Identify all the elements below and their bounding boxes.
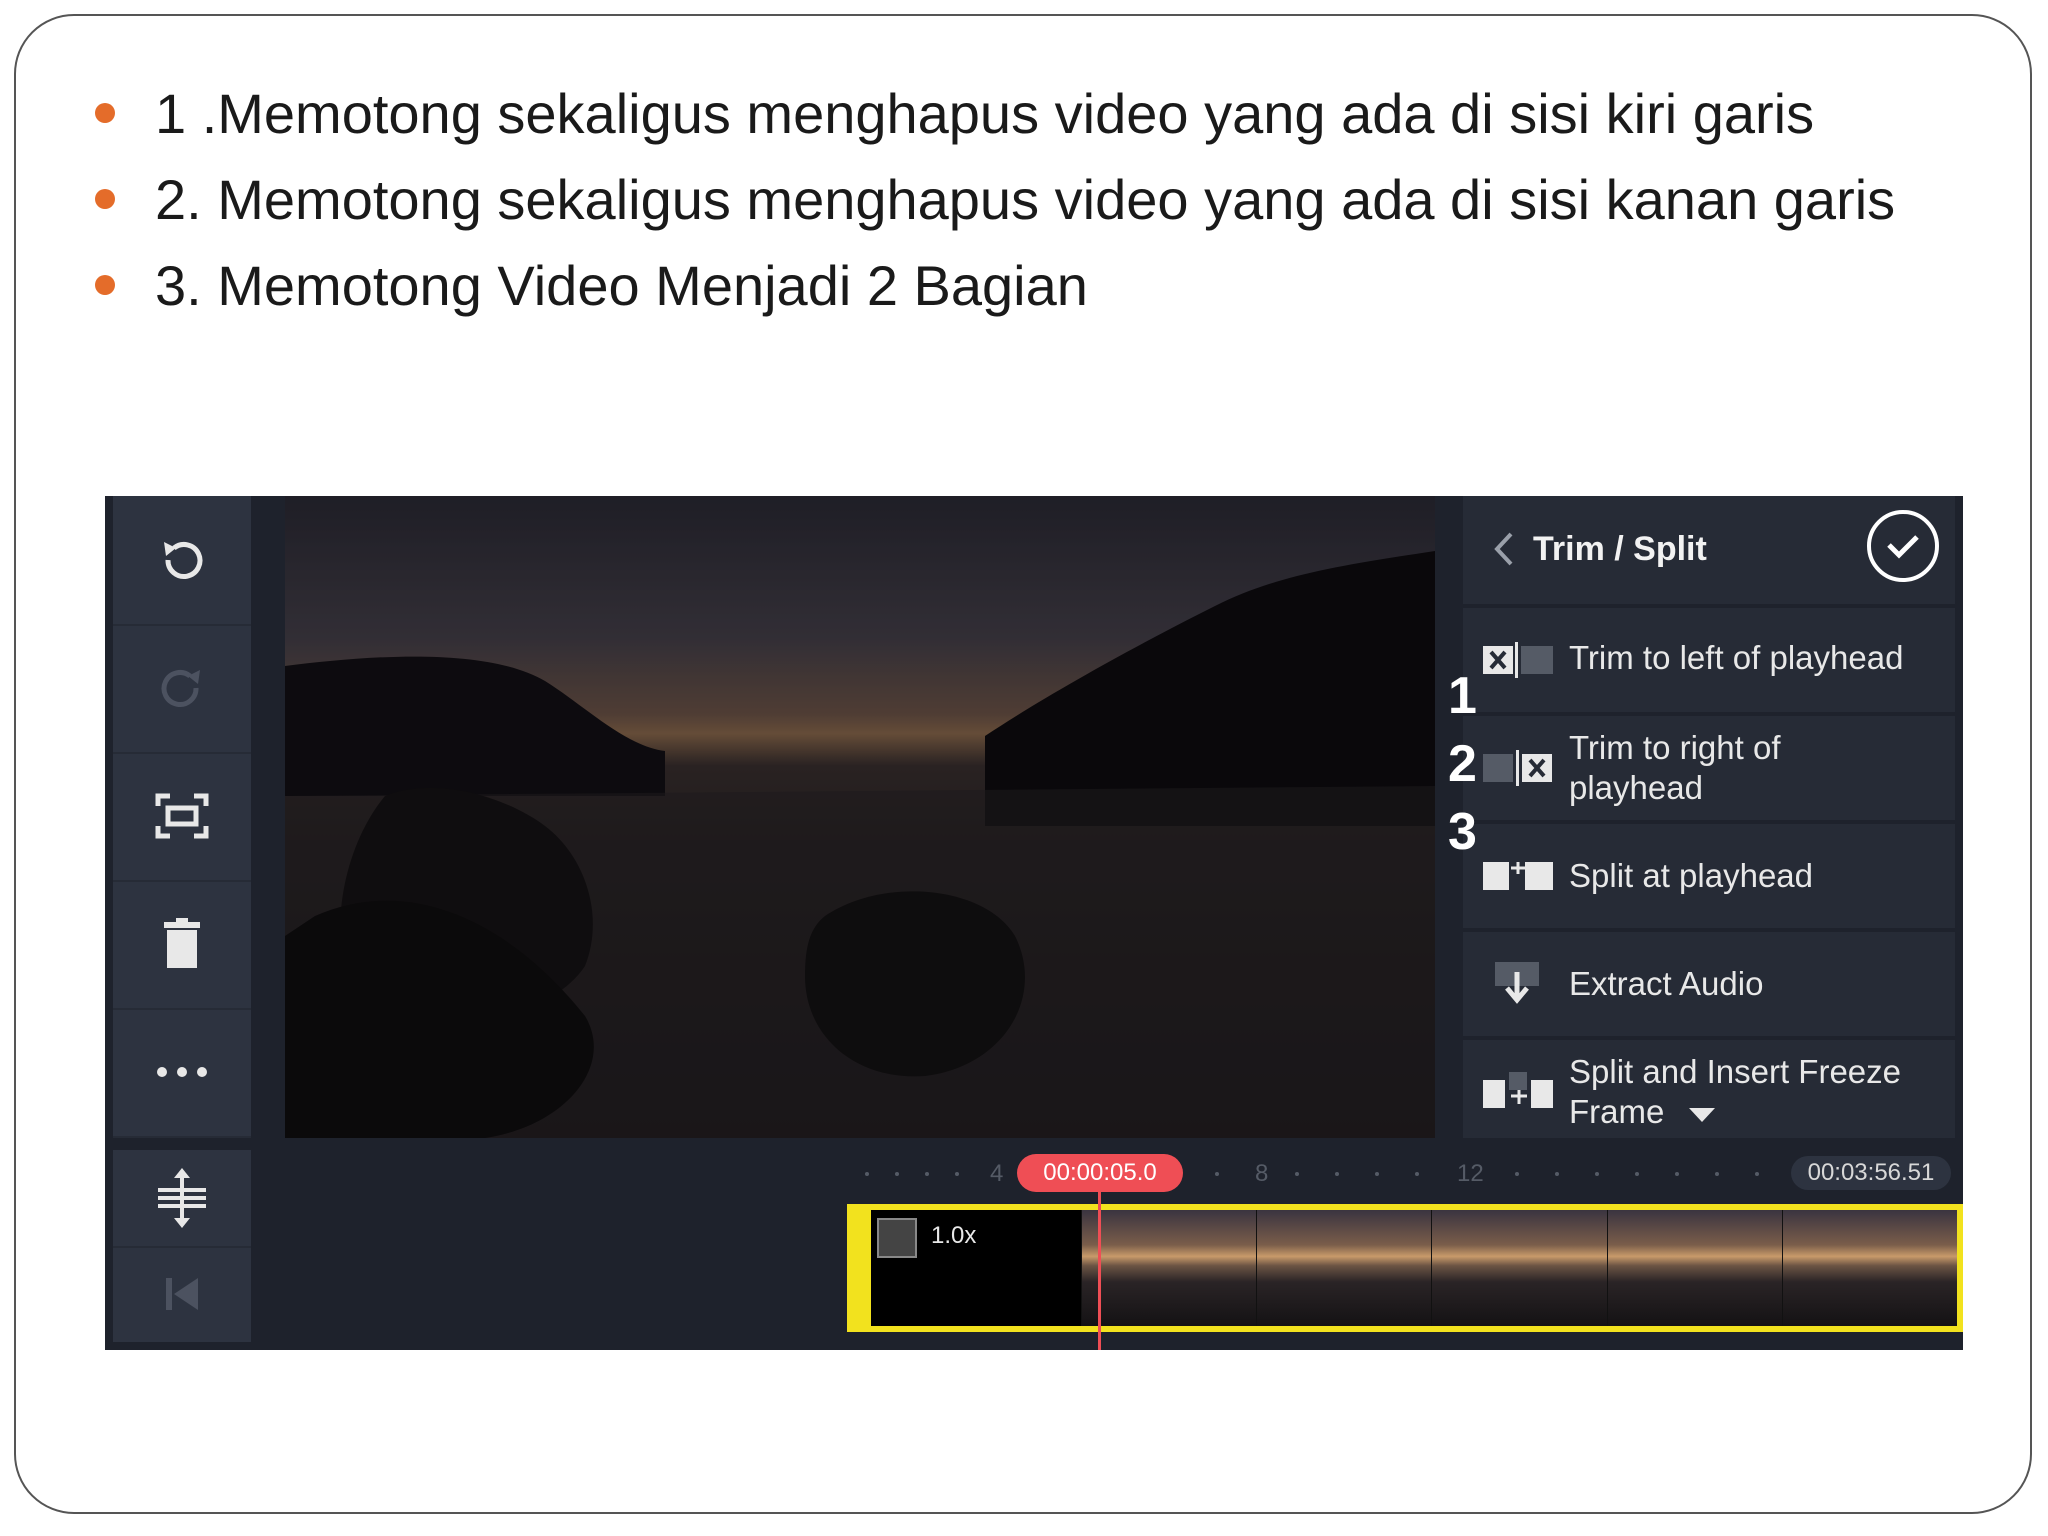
left-toolbar	[113, 496, 251, 1138]
ruler-tick	[1675, 1172, 1679, 1176]
timeline[interactable]: 4 8 12 00:00:05.0 00:03:56.51 1.0x	[255, 1144, 1963, 1350]
bullet-dot	[95, 189, 115, 209]
menu-label: Trim to right of	[1569, 729, 1781, 766]
ruler-tick	[1335, 1172, 1339, 1176]
playhead[interactable]	[1098, 1192, 1101, 1350]
ruler-tick	[1755, 1172, 1759, 1176]
ruler-tick	[1215, 1172, 1219, 1176]
bullet-list: 1 .Memotong sekaligus menghapus video ya…	[95, 70, 1895, 328]
trim-left-icon	[1483, 642, 1553, 678]
clip-thumbnail	[1256, 1210, 1432, 1326]
clip-thumbnail	[1431, 1210, 1607, 1326]
more-button[interactable]	[113, 1008, 251, 1138]
menu-item-trim-left[interactable]: Trim to left of playhead	[1463, 608, 1955, 712]
clip-type-icon	[877, 1218, 917, 1258]
left-toolbar-bottom	[113, 1150, 251, 1342]
playhead-time-badge: 00:00:05.0	[1017, 1154, 1183, 1192]
layer-adjust-icon	[158, 1168, 206, 1228]
end-time-badge: 00:03:56.51	[1791, 1156, 1951, 1190]
jump-start-button[interactable]	[113, 1246, 251, 1342]
ruler-tick	[1415, 1172, 1419, 1176]
bullet-dot	[95, 275, 115, 295]
extract-audio-icon	[1495, 962, 1539, 1004]
ruler-label: 4	[990, 1160, 1004, 1187]
trim-right-icon	[1483, 750, 1552, 786]
panel-header: Trim / Split	[1463, 496, 1955, 604]
menu-label: playhead	[1569, 769, 1703, 806]
ruler-tick	[955, 1172, 959, 1176]
ruler-tick	[925, 1172, 929, 1176]
menu-label: Frame	[1569, 1093, 1665, 1130]
menu-label: Split at playhead	[1569, 857, 1814, 894]
video-clip[interactable]: 1.0x	[847, 1204, 1963, 1332]
back-chevron-icon[interactable]	[1491, 530, 1515, 568]
check-icon	[1887, 535, 1919, 559]
bullet-text: 3. Memotong Video Menjadi 2 Bagian	[155, 253, 1088, 317]
menu-label: Extract Audio	[1569, 965, 1764, 1002]
ruler-tick	[1595, 1172, 1599, 1176]
clip-speed-label: 1.0x	[931, 1222, 977, 1249]
freeze-frame-icon	[1483, 1072, 1553, 1108]
ruler-tick	[1295, 1172, 1299, 1176]
jump-start-icon	[166, 1278, 198, 1310]
chevron-down-icon	[1689, 1108, 1715, 1122]
ruler-tick	[865, 1172, 869, 1176]
fullscreen-button[interactable]	[113, 752, 251, 882]
callout-number: 1	[1448, 667, 1477, 725]
bullet-item: 3. Memotong Video Menjadi 2 Bagian	[95, 242, 1895, 328]
menu-item-freeze-frame[interactable]: Split and Insert Freeze Frame	[1463, 1040, 1955, 1138]
menu-item-extract-audio[interactable]: Extract Audio	[1463, 932, 1955, 1036]
video-preview[interactable]	[285, 496, 1435, 1138]
clip-thumbnail	[1081, 1210, 1257, 1326]
ruler-tick	[895, 1172, 899, 1176]
bullet-item: 2. Memotong sekaligus menghapus video ya…	[95, 156, 1895, 242]
more-icon	[157, 1067, 207, 1077]
bullet-text: 1 .Memotong sekaligus menghapus video ya…	[155, 81, 1815, 145]
delete-icon	[164, 918, 200, 968]
panel-title: Trim / Split	[1533, 530, 1707, 568]
menu-item-trim-right[interactable]: Trim to right of playhead	[1463, 716, 1955, 820]
ruler-tick	[1375, 1172, 1379, 1176]
delete-button[interactable]	[113, 880, 251, 1010]
menu-label: Trim to left of playhead	[1569, 639, 1904, 676]
fullscreen-icon	[155, 793, 209, 839]
callout-number: 2	[1448, 735, 1477, 793]
split-icon	[1483, 856, 1553, 896]
clip-thumbnails	[1081, 1210, 1958, 1326]
bullet-text: 2. Memotong sekaligus menghapus video ya…	[155, 167, 1896, 231]
redo-button[interactable]	[113, 624, 251, 754]
done-button[interactable]	[1867, 510, 1939, 582]
lake-sunset-image	[285, 496, 1435, 1138]
undo-button[interactable]	[113, 496, 251, 626]
layer-adjust-button[interactable]	[113, 1150, 251, 1248]
undo-icon	[164, 542, 203, 579]
clip-thumbnail	[1606, 1210, 1782, 1326]
bullet-item: 1 .Memotong sekaligus menghapus video ya…	[95, 70, 1895, 156]
ruler-tick	[1635, 1172, 1639, 1176]
ruler-tick	[1515, 1172, 1519, 1176]
video-editor-screenshot: Trim / Split Trim to left of playhead Tr…	[105, 496, 1963, 1350]
callout-number: 3	[1448, 803, 1477, 861]
ruler-tick	[1555, 1172, 1559, 1176]
menu-label: Split and Insert Freeze	[1569, 1053, 1901, 1090]
trim-split-panel: Trim / Split Trim to left of playhead Tr…	[1463, 496, 1963, 1138]
clip-thumbnail	[1781, 1210, 1958, 1326]
ruler-label: 12	[1457, 1160, 1484, 1187]
redo-icon	[161, 670, 200, 707]
ruler-label: 8	[1255, 1160, 1269, 1187]
menu-item-split[interactable]: Split at playhead	[1463, 824, 1955, 928]
ruler-tick	[1715, 1172, 1719, 1176]
bullet-dot	[95, 103, 115, 123]
